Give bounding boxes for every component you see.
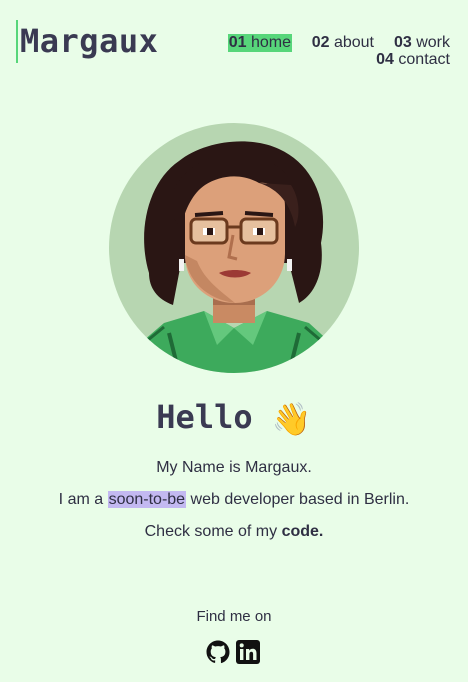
- nav-number: 04: [376, 51, 394, 68]
- linkedin-icon: [236, 640, 260, 664]
- code-link[interactable]: code.: [282, 523, 324, 540]
- intro-code-prefix: Check some of my: [144, 523, 282, 540]
- waving-hand-icon: 👋: [271, 400, 312, 438]
- avatar: [109, 123, 359, 373]
- nav-number: 01: [228, 34, 247, 51]
- social-links: [206, 640, 262, 666]
- nav-label: work: [416, 34, 450, 51]
- github-icon: [206, 640, 230, 664]
- greeting-text: Hello: [156, 398, 253, 436]
- find-me-label: Find me on: [196, 608, 272, 625]
- nav-link-about[interactable]: 02 about: [312, 34, 374, 52]
- highlighted-text: soon-to-be: [107, 491, 187, 508]
- greeting-heading: Hello 👋: [0, 396, 468, 440]
- github-link[interactable]: [206, 640, 230, 664]
- intro-role-suffix: web developer based in Berlin.: [186, 491, 410, 508]
- site-header: Margaux 01 home 02 about 03 work 04 cont…: [0, 0, 468, 80]
- intro-name: My Name is Margaux.: [156, 459, 312, 476]
- intro-code: Check some of my code.: [0, 522, 468, 542]
- linkedin-link[interactable]: [236, 640, 260, 664]
- nav-link-work[interactable]: 03 work: [394, 34, 450, 52]
- nav-label: about: [333, 34, 374, 51]
- nav-number: 03: [393, 34, 412, 51]
- pixel-portrait-image: [109, 141, 359, 373]
- main-nav: 01 home 02 about 03 work 04 contact: [200, 33, 450, 73]
- nav-number: 02: [311, 34, 330, 51]
- nav-link-home[interactable]: 01 home: [227, 34, 292, 52]
- intro-role: I am a soon-to-be web developer based in…: [0, 490, 468, 510]
- nav-label: contact: [398, 51, 450, 68]
- nav-label: home: [250, 34, 291, 51]
- nav-link-contact[interactable]: 04 contact: [376, 51, 450, 69]
- site-logo[interactable]: Margaux: [16, 20, 158, 63]
- intro-role-prefix: I am a: [58, 491, 108, 508]
